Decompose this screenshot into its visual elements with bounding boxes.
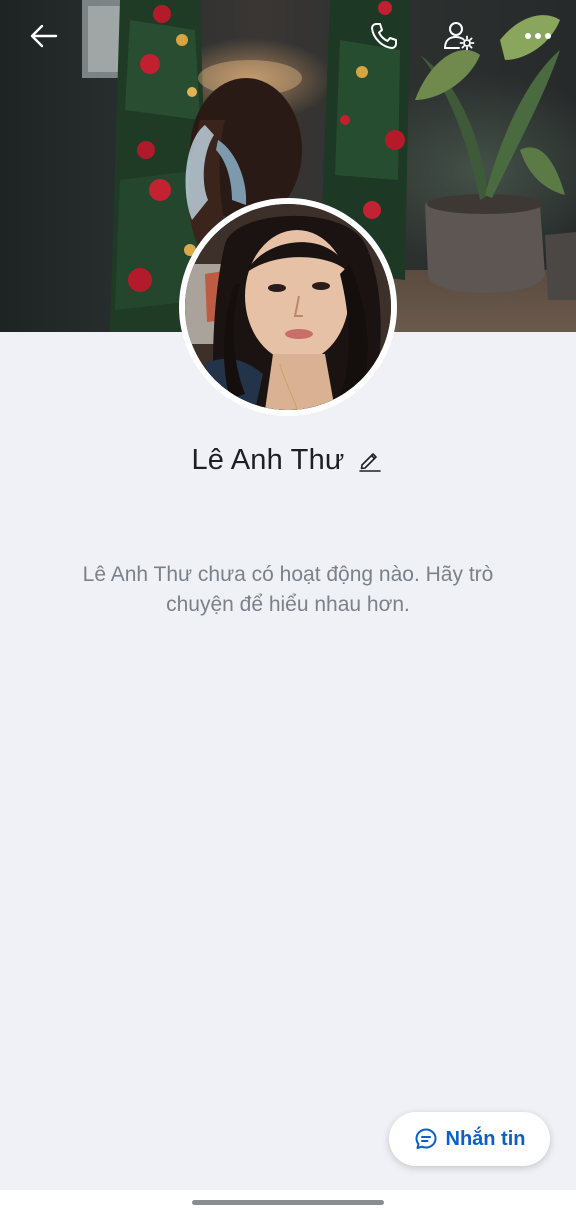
avatar-frame[interactable] — [179, 198, 397, 416]
user-gear-icon — [444, 22, 475, 51]
profile-name-row: Lê Anh Thư — [0, 438, 576, 482]
profile-settings-button[interactable] — [438, 14, 482, 58]
top-bar — [0, 0, 576, 70]
empty-activity-message: Lê Anh Thư chưa có hoạt động nào. Hãy tr… — [82, 563, 494, 616]
phone-icon — [371, 23, 397, 49]
call-button[interactable] — [362, 14, 406, 58]
home-indicator[interactable] — [192, 1200, 384, 1205]
arrow-left-icon — [30, 24, 58, 48]
message-button-label: Nhắn tin — [445, 1127, 526, 1150]
more-horizontal-icon — [525, 33, 551, 39]
more-button[interactable] — [516, 14, 560, 58]
avatar — [185, 204, 391, 410]
back-button[interactable] — [22, 14, 66, 58]
pencil-icon — [358, 453, 381, 472]
profile-name: Lê Anh Thư — [191, 443, 345, 476]
edit-name-button[interactable] — [355, 445, 385, 475]
chat-bubble-icon — [415, 1128, 436, 1149]
message-button[interactable]: Nhắn tin — [389, 1112, 550, 1166]
avatar-photo — [185, 204, 391, 410]
